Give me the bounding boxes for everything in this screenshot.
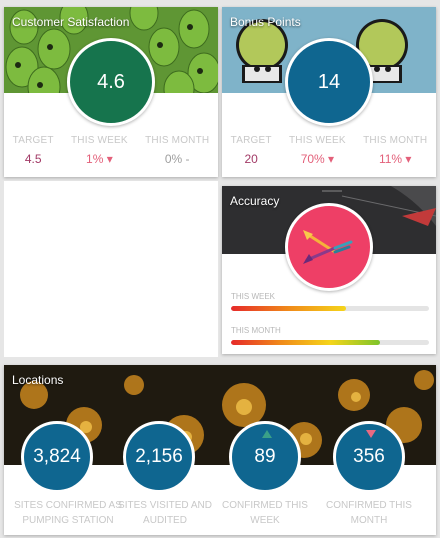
sites-confirmed-value: 3,824 (33, 446, 81, 467)
this-month-label: THIS MONTH (363, 135, 428, 146)
confirmed-week-label: CONFIRMED THIS WEEK (222, 500, 308, 526)
accuracy-week-label: THIS WEEK (231, 292, 276, 301)
trend-down-icon (366, 430, 376, 438)
accuracy-month-fill (231, 340, 380, 345)
accuracy-month-label: THIS MONTH (231, 326, 281, 335)
sites-visited-circle: 2,156 (123, 421, 195, 493)
satisfaction-target: TARGET 4.5 (13, 135, 54, 166)
this-week-label: THIS WEEK (288, 135, 346, 146)
locations-card[interactable]: Locations 3,824 SITES CONFIRMED AS PUMPI… (4, 365, 436, 535)
accuracy-week-bar (231, 306, 429, 311)
accuracy-month-bar (231, 340, 429, 345)
sites-visited-value: 2,156 (135, 446, 183, 467)
bonus-title: Bonus Points (230, 15, 301, 29)
bonus-points-card[interactable]: Bonus Points 14 TARGET 20 THIS WEEK 70% … (222, 7, 436, 177)
satisfaction-title: Customer Satisfaction (12, 15, 130, 29)
bonus-this-week: THIS WEEK 70% ▾ (289, 135, 346, 166)
target-value: 4.5 (24, 152, 42, 166)
empty-panel (4, 181, 218, 357)
customer-satisfaction-card[interactable]: Customer Satisfaction 4.6 TARGET 4.5 THI… (4, 7, 218, 177)
satisfaction-stats: TARGET 4.5 THIS WEEK 1% ▾ THIS MONTH 0% … (4, 135, 218, 166)
accuracy-card[interactable]: Accuracy THIS WEEK THIS MONTH (222, 186, 436, 354)
bonus-score: 14 (317, 70, 341, 93)
this-month-value: 11% ▾ (378, 152, 412, 166)
bonus-score-circle: 14 (285, 38, 373, 126)
target-label: TARGET (12, 135, 54, 146)
sites-visited-label: SITES VISITED AND AUDITED (118, 500, 212, 526)
bonus-stats: TARGET 20 THIS WEEK 70% ▾ THIS MONTH 11%… (222, 135, 436, 166)
confirmed-month-value: 356 (353, 446, 385, 467)
locations-title: Locations (12, 373, 64, 387)
target-label: TARGET (230, 135, 272, 146)
this-month-value: 0% - (164, 152, 190, 166)
accuracy-week-fill (231, 306, 346, 311)
this-week-label: THIS WEEK (70, 135, 128, 146)
satisfaction-this-week: THIS WEEK 1% ▾ (71, 135, 128, 166)
satisfaction-score: 4.6 (97, 70, 125, 93)
darts-icon (303, 230, 353, 264)
satisfaction-this-month: THIS MONTH 0% - (145, 135, 209, 166)
confirmed-week-value: 89 (254, 446, 276, 467)
this-month-label: THIS MONTH (145, 135, 210, 146)
accuracy-title: Accuracy (230, 194, 280, 208)
accuracy-darts-circle (285, 203, 373, 291)
trend-up-icon (262, 430, 272, 438)
this-week-value: 1% ▾ (86, 152, 113, 166)
this-week-value: 70% ▾ (300, 152, 335, 166)
sites-confirmed-label: SITES CONFIRMED AS PUMPING STATION (14, 500, 122, 526)
bonus-this-month: THIS MONTH 11% ▾ (363, 135, 427, 166)
sites-confirmed-circle: 3,824 (21, 421, 93, 493)
confirmed-month-label: CONFIRMED THIS MONTH (326, 500, 412, 526)
satisfaction-score-circle: 4.6 (67, 38, 155, 126)
bonus-target: TARGET 20 (231, 135, 272, 166)
target-value: 20 (244, 152, 258, 166)
